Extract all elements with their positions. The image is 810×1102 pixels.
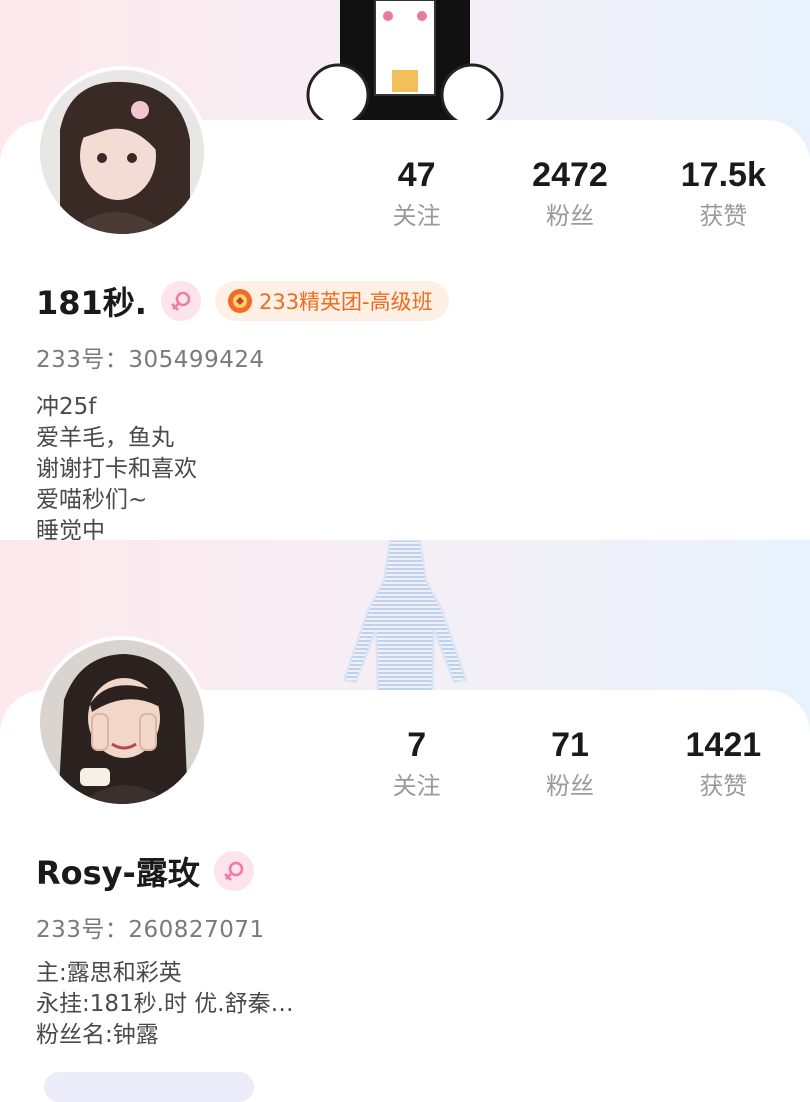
female-icon (160, 281, 201, 321)
user-id: 233号：305499424 (36, 347, 265, 373)
bio-line: 永挂:181秒.时 优.舒秦… (36, 991, 294, 1017)
stat-label: 获赞 (699, 202, 748, 230)
stat-value: 17.5k (680, 156, 766, 194)
stat-following[interactable]: 47 关注 (340, 155, 493, 231)
bio-line: 粉丝名:钟露 (36, 1022, 159, 1048)
username: Rosy-露玫 (36, 854, 200, 892)
medal-icon (227, 289, 252, 313)
stat-likes[interactable]: 17.5k 获赞 (647, 155, 800, 231)
group-badge[interactable]: 233精英团-高级班 (214, 281, 449, 321)
bio-line: 睡觉中 (36, 518, 105, 540)
profile-panel-2: 7 关注 71 粉丝 1421 获赞 Rosy-露玫 233号：26082707… (0, 540, 810, 1080)
bio: 主:露思和彩英 永挂:181秒.时 优.舒秦… 粉丝名:钟露 (36, 958, 294, 1051)
stat-label: 获赞 (699, 772, 748, 800)
name-row: 181秒. 233精英团-高级班 (36, 278, 449, 324)
stat-label: 关注 (392, 772, 441, 800)
stat-value: 7 (407, 726, 427, 764)
stat-label: 关注 (392, 202, 441, 230)
badge-label: 233精英团-高级班 (258, 290, 433, 314)
female-icon (213, 851, 254, 891)
stats-row: 47 关注 2472 粉丝 17.5k 获赞 (340, 155, 800, 231)
avatar[interactable] (36, 66, 208, 238)
bio-line: 冲25f (36, 394, 97, 420)
bio: 冲25f 爱羊毛，鱼丸 谢谢打卡和喜欢 爱喵秒们~ 睡觉中 (36, 392, 197, 540)
bio-line: 爱羊毛，鱼丸 (36, 425, 174, 451)
avatar-figure-illustration (306, 0, 504, 127)
stat-likes[interactable]: 1421 获赞 (647, 725, 800, 801)
user-id: 233号：260827071 (36, 917, 265, 943)
name-row: Rosy-露玫 (36, 848, 254, 894)
avatar-figure-illustration (342, 540, 468, 700)
stat-following[interactable]: 7 关注 (340, 725, 493, 801)
stat-label: 粉丝 (545, 202, 594, 230)
stat-label: 粉丝 (545, 772, 594, 800)
action-pill[interactable] (44, 1072, 254, 1102)
profile-panel-1: 47 关注 2472 粉丝 17.5k 获赞 181秒. 233精英团-高级班 … (0, 0, 810, 540)
bio-line: 谢谢打卡和喜欢 (36, 456, 197, 482)
bio-line: 爱喵秒们~ (36, 487, 148, 513)
username: 181秒. (36, 284, 147, 322)
stat-value: 71 (551, 726, 589, 764)
stat-value: 47 (397, 156, 436, 194)
avatar[interactable] (36, 636, 208, 808)
stats-row: 7 关注 71 粉丝 1421 获赞 (340, 725, 800, 801)
stat-followers[interactable]: 2472 粉丝 (493, 155, 646, 231)
stat-value: 2472 (532, 156, 608, 194)
bio-line: 主:露思和彩英 (36, 960, 182, 986)
stat-followers[interactable]: 71 粉丝 (493, 725, 646, 801)
stat-value: 1421 (685, 726, 762, 764)
